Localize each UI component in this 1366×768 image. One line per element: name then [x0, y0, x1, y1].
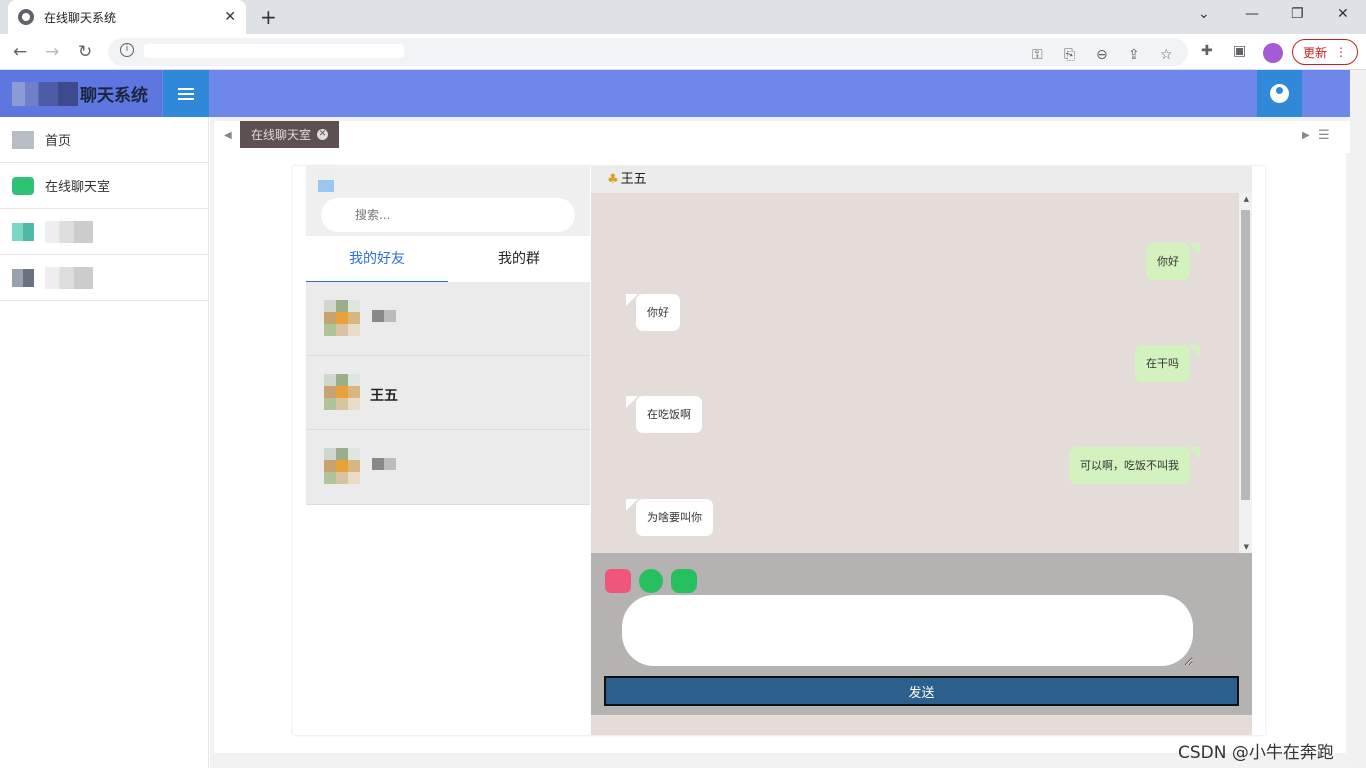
- avatar: [324, 374, 360, 410]
- message-bubble-mine: 在干吗: [1135, 345, 1190, 382]
- chat-bubble-icon[interactable]: [671, 569, 697, 593]
- browser-tab[interactable]: 在线聊天系统 ✕: [8, 0, 246, 34]
- message-bubble-theirs: 为啥要叫你: [636, 499, 713, 536]
- main-area: ◀ 在线聊天室 ✕ ▶ ☰ 我的好友 我的群: [210, 117, 1350, 768]
- friend-item[interactable]: [306, 430, 590, 505]
- blurred-logo-image: [12, 81, 78, 106]
- mail-icon: [12, 130, 34, 149]
- sidebar-item-label: 首页: [45, 134, 72, 149]
- restore-icon[interactable]: ❐: [1291, 6, 1304, 22]
- logo: 聊天系统: [0, 70, 162, 117]
- chat-pane: ♣王五 你好 你好 在干吗 在吃饭啊 可以啊，吃饭不叫我 为啥要叫你 ▲ ▼: [591, 166, 1252, 735]
- scroll-up-icon[interactable]: ▲: [1244, 195, 1249, 203]
- friend-name: 王五: [370, 388, 398, 404]
- blurred-name: [372, 458, 396, 470]
- message-list[interactable]: 你好 你好 在干吗 在吃饭啊 可以啊，吃饭不叫我 为啥要叫你 ▲ ▼: [591, 193, 1252, 553]
- friend-item[interactable]: [306, 282, 590, 356]
- friends-header: [306, 166, 590, 236]
- more-icon: ⋮: [1335, 45, 1347, 59]
- tabs-scroll-left-icon[interactable]: ◀: [224, 130, 232, 141]
- blurred-label: [45, 220, 93, 243]
- reload-icon[interactable]: ↻: [78, 42, 92, 62]
- zoom-icon[interactable]: ⊖: [1096, 47, 1108, 63]
- pineapple-icon: ♣: [607, 172, 619, 187]
- forward-icon[interactable]: →: [45, 42, 59, 62]
- close-tab-icon[interactable]: ✕: [224, 9, 236, 25]
- user-icon: [1270, 84, 1289, 103]
- share-icon[interactable]: ⇪: [1128, 47, 1140, 63]
- friends-panel: 我的好友 我的群 王五: [306, 166, 590, 735]
- chat-icon: [12, 176, 34, 195]
- close-window-icon[interactable]: ✕: [1337, 6, 1349, 22]
- sidebar-item-blurred-2[interactable]: [0, 255, 208, 301]
- my-avatar[interactable]: [318, 168, 334, 192]
- scrollbar-thumb[interactable]: [1241, 210, 1250, 500]
- side-panel-icon[interactable]: ▣: [1233, 43, 1246, 59]
- image-icon[interactable]: [605, 569, 631, 593]
- bookmark-star-icon[interactable]: ☆: [1160, 47, 1173, 63]
- tab-label: 在线聊天室: [250, 128, 311, 142]
- tab-my-groups[interactable]: 我的群: [448, 238, 590, 282]
- message-bubble-mine: 可以啊，吃饭不叫我: [1069, 447, 1190, 484]
- sidebar: 首页 在线聊天室: [0, 117, 209, 768]
- search-input[interactable]: [321, 198, 575, 232]
- update-label: 更新: [1302, 45, 1327, 60]
- tab-chatroom[interactable]: 在线聊天室 ✕: [240, 121, 339, 148]
- avatar: [324, 448, 360, 484]
- send-button[interactable]: 发送: [604, 676, 1239, 706]
- sidebar-item-chatroom[interactable]: 在线聊天室: [0, 163, 208, 209]
- tabs-menu-icon[interactable]: ☰: [1318, 128, 1330, 143]
- blurred-label: [45, 266, 93, 289]
- share-icon[interactable]: [639, 569, 663, 593]
- extensions-icon[interactable]: ✚: [1201, 43, 1213, 59]
- app-title: 聊天系统: [80, 86, 148, 106]
- profile-avatar[interactable]: [1263, 43, 1283, 63]
- app-header: 聊天系统: [0, 70, 1350, 117]
- browser-titlebar: 在线聊天系统 ✕ + ⌄ — ❐ ✕: [0, 0, 1366, 34]
- site-info-icon[interactable]: i: [120, 43, 134, 57]
- page-content: 我的好友 我的群 王五: [214, 153, 1346, 753]
- sidebar-item-blurred-1[interactable]: [0, 209, 208, 255]
- friends-tabs: 我的好友 我的群: [306, 238, 590, 282]
- tabs-scroll-right-icon[interactable]: ▶: [1302, 130, 1310, 141]
- translate-icon[interactable]: ⎘: [1064, 47, 1075, 63]
- message-bubble-mine: 你好: [1146, 243, 1190, 280]
- friend-item[interactable]: 王五: [306, 356, 590, 430]
- watermark: CSDN @小牛在奔跑: [1178, 743, 1334, 763]
- tab-search-icon[interactable]: ⌄: [1198, 6, 1210, 22]
- blurred-name: [372, 310, 396, 322]
- hamburger-icon: [178, 87, 194, 90]
- user-menu-button[interactable]: [1257, 70, 1302, 117]
- key-icon[interactable]: ⚿: [1032, 47, 1043, 63]
- globe-icon: [18, 9, 34, 25]
- address-bar: ← → ↻ i ⚿ ⎘ ⊖ ⇪ ☆ ✚ ▣ 更新 ⋮: [0, 34, 1366, 70]
- message-input[interactable]: [622, 595, 1193, 666]
- page-scrollbar[interactable]: [1350, 70, 1366, 768]
- page-tabs-bar: ◀ 在线聊天室 ✕ ▶ ☰: [214, 121, 1350, 153]
- chat-container: 我的好友 我的群 王五: [293, 166, 1265, 735]
- new-tab-button[interactable]: +: [260, 5, 277, 29]
- chat-title-bar: ♣ 王五: [591, 166, 1252, 193]
- blurred-icon: [12, 222, 34, 241]
- message-bubble-theirs: 你好: [636, 294, 680, 331]
- tab-my-friends[interactable]: 我的好友: [306, 238, 448, 282]
- menu-toggle-button[interactable]: [163, 70, 209, 117]
- minimize-icon[interactable]: —: [1245, 6, 1259, 22]
- message-composer: 发送: [591, 553, 1252, 715]
- close-tab-icon[interactable]: ✕: [317, 129, 328, 140]
- back-icon[interactable]: ←: [13, 42, 27, 62]
- sidebar-item-home[interactable]: 首页: [0, 117, 208, 163]
- scroll-down-icon[interactable]: ▼: [1244, 543, 1249, 551]
- url-field[interactable]: i ⚿ ⎘ ⊖ ⇪ ☆: [108, 38, 1188, 66]
- sidebar-item-label: 在线聊天室: [45, 180, 111, 195]
- contact-name: 王五: [620, 172, 647, 187]
- url-text-blurred: [144, 44, 404, 58]
- blurred-icon: [12, 268, 34, 287]
- message-bubble-theirs: 在吃饭啊: [636, 396, 702, 433]
- message-scrollbar[interactable]: ▲ ▼: [1239, 193, 1252, 553]
- update-button[interactable]: 更新 ⋮: [1292, 39, 1358, 65]
- browser-tab-title: 在线聊天系统: [44, 10, 117, 25]
- avatar: [324, 300, 360, 336]
